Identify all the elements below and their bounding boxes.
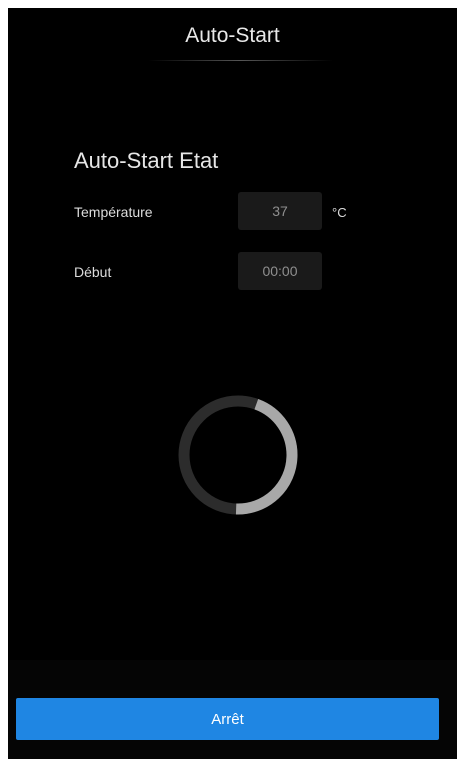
header-bar: Auto-Start bbox=[8, 8, 457, 66]
header-divider bbox=[148, 60, 333, 61]
loading-spinner bbox=[178, 395, 298, 515]
start-label: Début bbox=[74, 264, 112, 280]
temperature-label: Température bbox=[74, 204, 153, 220]
page-title: Auto-Start bbox=[185, 24, 280, 47]
stop-button[interactable]: Arrêt bbox=[16, 698, 439, 740]
app-screen: Auto-Start Auto-Start Etat Température 3… bbox=[8, 8, 457, 759]
temperature-unit: °C bbox=[332, 205, 347, 220]
section-title: Auto-Start Etat bbox=[74, 148, 219, 173]
temperature-value-field: 37 bbox=[238, 192, 322, 230]
start-time-field: 00:00 bbox=[238, 252, 322, 290]
